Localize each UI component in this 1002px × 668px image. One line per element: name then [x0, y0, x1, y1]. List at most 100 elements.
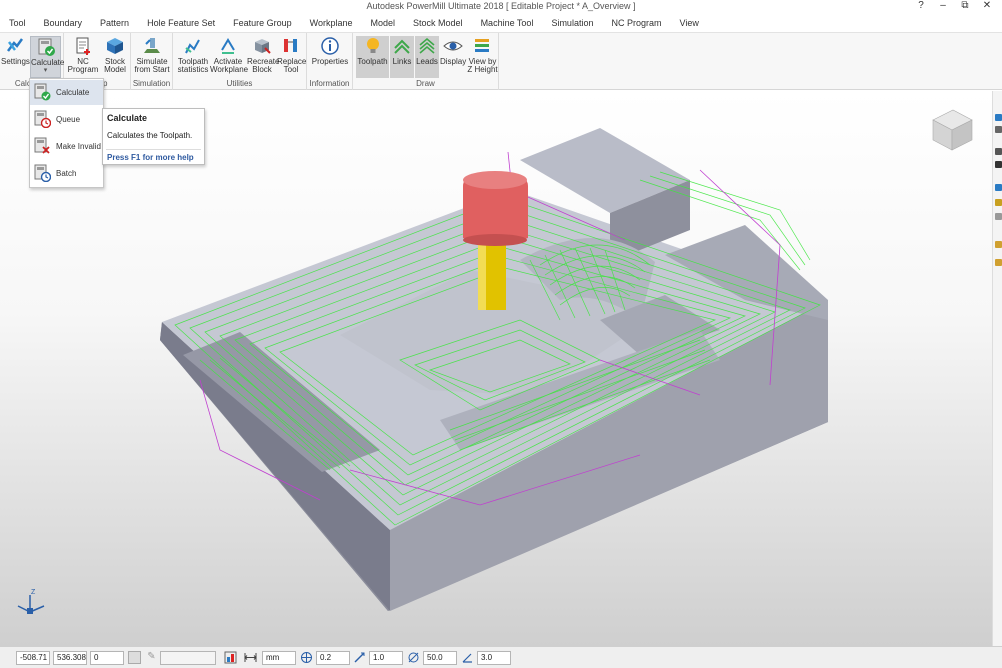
- calculate-tooltip: Calculate Calculates the Toolpath. Press…: [102, 108, 205, 165]
- side-tool-icon[interactable]: [995, 184, 1002, 191]
- group-label-utilities: Utilities: [226, 79, 253, 88]
- angle-icon[interactable]: [461, 651, 474, 664]
- stepover-field[interactable]: 1.0: [369, 651, 403, 665]
- calculate-icon: [34, 83, 51, 101]
- simulate-from-start-button[interactable]: Simulate from Start: [134, 36, 170, 74]
- tab-machine-tool[interactable]: Machine Tool: [472, 15, 543, 32]
- help-icon[interactable]: ?: [910, 0, 932, 14]
- side-tool-icon[interactable]: [995, 199, 1002, 206]
- make-invalid-icon: [34, 137, 50, 154]
- tab-simulation[interactable]: Simulation: [542, 15, 602, 32]
- menu-item-label: Make Invalid: [56, 142, 101, 151]
- model-scene: [17, 109, 973, 614]
- z-coordinate-field[interactable]: 0: [90, 651, 124, 665]
- stock-model-icon: [107, 38, 123, 54]
- command-field[interactable]: [160, 651, 216, 665]
- side-tool-icon[interactable]: [995, 148, 1002, 155]
- batch-icon: [34, 164, 51, 182]
- display-button[interactable]: Display: [440, 36, 466, 66]
- angle-field[interactable]: 3.0: [477, 651, 511, 665]
- leads-toggle-label: Leads: [416, 57, 438, 66]
- settings-button[interactable]: Settings: [1, 36, 30, 66]
- tab-view[interactable]: View: [670, 15, 707, 32]
- restore-icon[interactable]: ⧉: [954, 0, 976, 14]
- tab-feature-group[interactable]: Feature Group: [224, 15, 301, 32]
- nc-program-icon: [76, 37, 90, 55]
- menu-item-label: Calculate: [56, 88, 90, 97]
- recreate-block-icon: [255, 39, 271, 54]
- tab-boundary[interactable]: Boundary: [35, 15, 92, 32]
- side-tool-icon[interactable]: [995, 126, 1002, 133]
- side-tool-icon[interactable]: [995, 161, 1002, 168]
- toolpath-toggle-button[interactable]: Toolpath: [356, 36, 389, 78]
- leads-toggle-button[interactable]: Leads: [415, 36, 439, 78]
- stepover-icon[interactable]: [353, 651, 366, 664]
- view-cube: [932, 109, 973, 151]
- activate-workplane-button[interactable]: Activate Workplane: [210, 36, 249, 74]
- menu-item-queue[interactable]: Queue: [30, 107, 103, 132]
- side-tool-icon[interactable]: [995, 213, 1002, 220]
- y-coordinate-field[interactable]: 536.308: [53, 651, 87, 665]
- toolpath-statistics-icon: [185, 39, 200, 54]
- tolerance-field[interactable]: 0.2: [316, 651, 350, 665]
- close-icon[interactable]: ✕: [976, 0, 998, 14]
- menu-item-label: Queue: [56, 115, 81, 124]
- eye-icon: [443, 41, 463, 51]
- replace-tool-button[interactable]: Replace Tool: [277, 36, 307, 74]
- diameter-icon[interactable]: [407, 651, 420, 664]
- info-icon: [321, 37, 339, 55]
- tab-pattern[interactable]: Pattern: [91, 15, 138, 32]
- calculate-dropdown: Calculate Queue Make Invalid Batch: [29, 78, 104, 188]
- calculate-icon: [38, 38, 55, 56]
- snap-icon[interactable]: [128, 651, 141, 664]
- ribbon: Settings Calculate ▾ Calculate NC Progra…: [0, 32, 1002, 90]
- menu-item-batch[interactable]: Batch: [30, 161, 103, 186]
- stock-model-button[interactable]: Stock Model: [101, 36, 129, 74]
- tooltip-description: Calculates the Toolpath.: [107, 131, 193, 140]
- links-icon: [394, 39, 410, 54]
- toolpath-statistics-button[interactable]: Toolpath statistics: [175, 36, 211, 74]
- side-tool-icon[interactable]: [995, 114, 1002, 121]
- tooltip-help: Press F1 for more help: [107, 153, 194, 162]
- tab-workplane[interactable]: Workplane: [301, 15, 362, 32]
- settings-label: Settings: [1, 57, 30, 66]
- tab-tool[interactable]: Tool: [0, 15, 35, 32]
- links-toggle-label: Links: [392, 57, 412, 66]
- graphics-viewport[interactable]: Z: [0, 91, 992, 646]
- units-icon[interactable]: [244, 651, 257, 664]
- nc-program-button[interactable]: NC Program: [67, 36, 99, 74]
- window-title: Autodesk PowerMill Ultimate 2018 [ Edita…: [366, 1, 636, 11]
- ribbon-tabs: Tool Boundary Pattern Hole Feature Set F…: [0, 15, 1002, 32]
- units-field[interactable]: mm: [262, 651, 296, 665]
- ribbon-group-utilities: Toolpath statistics Activate Workplane R…: [173, 33, 307, 90]
- diameter-field[interactable]: 50.0: [423, 651, 457, 665]
- window-controls: ? – ⧉ ✕: [910, 0, 998, 14]
- recreate-block-label: Recreate Block: [247, 57, 280, 74]
- calculate-button[interactable]: Calculate ▾: [30, 36, 64, 78]
- minimize-icon[interactable]: –: [932, 0, 954, 14]
- properties-button[interactable]: Properties: [310, 36, 350, 66]
- menu-item-calculate[interactable]: Calculate: [30, 80, 103, 105]
- side-tool-icon[interactable]: [995, 259, 1002, 266]
- tab-stock-model[interactable]: Stock Model: [404, 15, 472, 32]
- activate-workplane-label: Activate Workplane: [210, 57, 249, 74]
- tolerance-icon[interactable]: [300, 651, 313, 664]
- toolpath-toggle-label: Toolpath: [357, 57, 388, 66]
- axis-triad: [17, 595, 45, 614]
- replace-tool-label: Replace Tool: [277, 57, 307, 74]
- properties-label: Properties: [311, 57, 349, 66]
- group-label-draw: Draw: [416, 79, 435, 88]
- recreate-block-button[interactable]: Recreate Block: [247, 36, 280, 74]
- side-tool-icon[interactable]: [995, 241, 1002, 248]
- view-by-z-height-button[interactable]: View by Z Height: [467, 36, 498, 74]
- menu-item-make-invalid[interactable]: Make Invalid: [30, 134, 103, 159]
- pencil-icon[interactable]: ✎: [145, 651, 158, 664]
- workplane-icon[interactable]: [224, 651, 237, 664]
- links-toggle-button[interactable]: Links: [390, 36, 414, 78]
- simulate-icon: [144, 38, 160, 53]
- tab-hole-feature-set[interactable]: Hole Feature Set: [138, 15, 224, 32]
- tab-nc-program[interactable]: NC Program: [602, 15, 670, 32]
- display-label: Display: [440, 57, 467, 66]
- x-coordinate-field[interactable]: -508.71: [16, 651, 50, 665]
- tab-model[interactable]: Model: [362, 15, 405, 32]
